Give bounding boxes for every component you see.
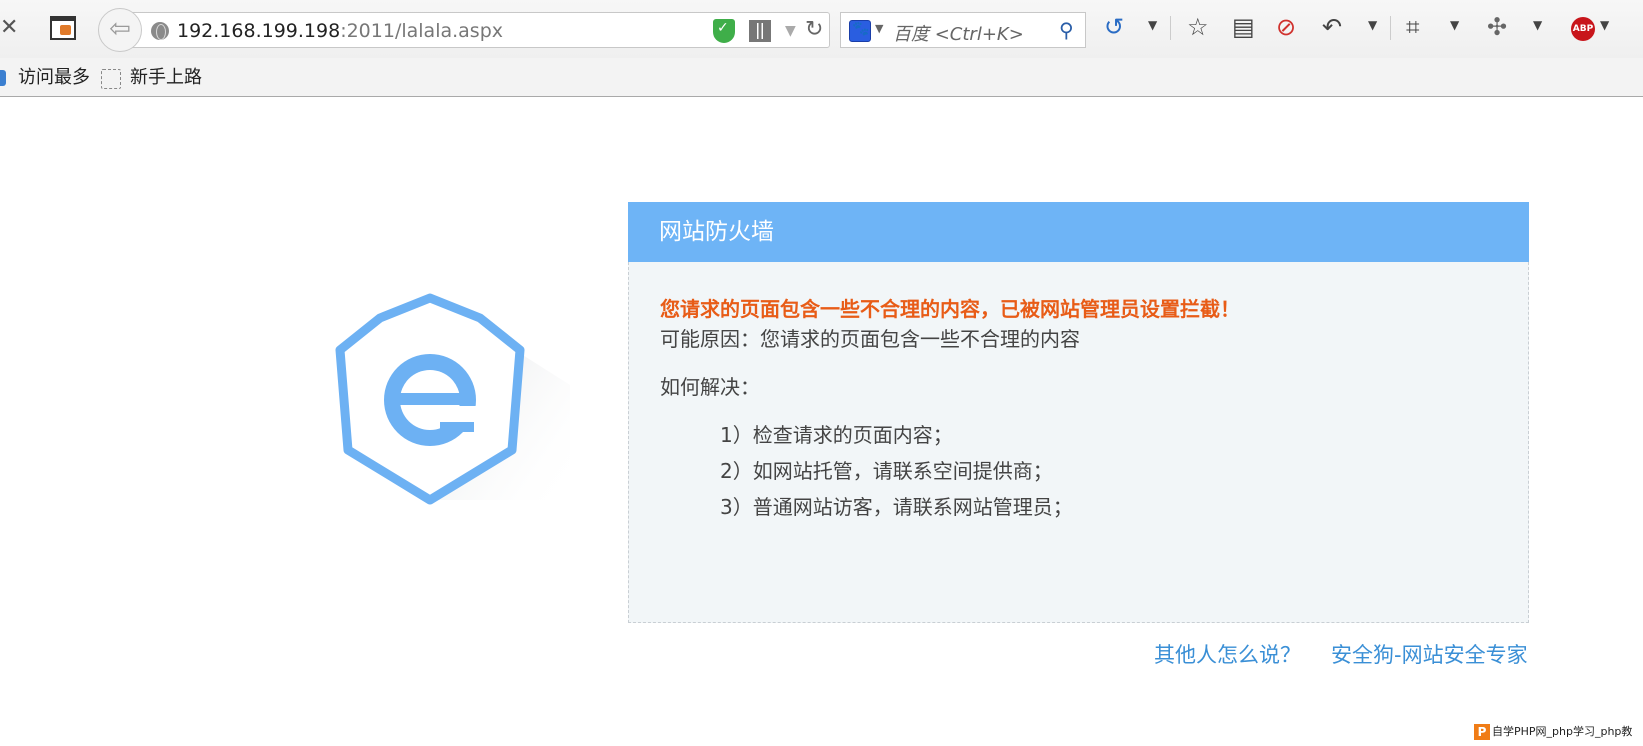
history-dropdown-icon[interactable]: ▼: [785, 23, 796, 39]
back-button[interactable]: ⇦: [98, 8, 142, 52]
engine-dropdown-icon[interactable]: ▼: [875, 22, 883, 35]
toolbar-divider: [1390, 16, 1391, 40]
adblock-dropdown-icon[interactable]: ▼: [1600, 18, 1609, 32]
address-bar[interactable]: 192.168.199.198:2011/lalala.aspx ▼ ↻: [128, 12, 830, 48]
reload-icon[interactable]: ↻: [805, 17, 823, 42]
extension-dropdown-icon[interactable]: ▼: [1533, 18, 1542, 32]
sync-dropdown-icon[interactable]: ▼: [1148, 18, 1157, 32]
undo-dropdown-icon[interactable]: ▼: [1368, 18, 1377, 32]
panel-header: 网站防火墙: [628, 202, 1529, 262]
url-host: 192.168.199.198: [177, 20, 341, 42]
site-watermark: P 自学PHP网_php学习_php教: [1474, 723, 1632, 741]
crop-dropdown-icon[interactable]: ▼: [1450, 18, 1459, 32]
search-bar[interactable]: ▼ 百度 <Ctrl+K> ⚲: [840, 12, 1086, 48]
security-shield-icon[interactable]: [713, 19, 735, 43]
safedog-shield-logo: [335, 293, 570, 505]
baidu-engine-icon[interactable]: [849, 20, 871, 42]
watermark-logo-icon: P: [1474, 724, 1490, 740]
possible-reason-text: 可能原因：您请求的页面包含一些不合理的内容: [660, 327, 1080, 351]
bookmark-most-visited[interactable]: 访问最多: [18, 67, 90, 89]
url-path: :2011/lalala.aspx: [340, 20, 503, 42]
bookmark-page-icon: [101, 69, 121, 89]
others-say-link[interactable]: 其他人怎么说？: [1154, 641, 1301, 669]
url-text[interactable]: 192.168.199.198:2011/lalala.aspx: [177, 20, 503, 42]
adblock-icon[interactable]: ABP: [1571, 17, 1595, 41]
block-warning-text: 您请求的页面包含一些不合理的内容，已被网站管理员设置拦截！: [660, 297, 1240, 321]
close-tab-icon[interactable]: ✕: [0, 16, 18, 40]
undo-icon[interactable]: ↶: [1322, 14, 1342, 40]
firewall-panel: 网站防火墙 您请求的页面包含一些不合理的内容，已被网站管理员设置拦截！ 可能原因…: [628, 202, 1529, 623]
bookmark-getting-started[interactable]: 新手上路: [130, 67, 202, 89]
reader-icon[interactable]: ▤: [1232, 14, 1255, 40]
panel-body: 您请求的页面包含一些不合理的内容，已被网站管理员设置拦截！ 可能原因：您请求的页…: [628, 262, 1529, 623]
resolve-step-1: 1）检查请求的页面内容；: [720, 423, 953, 447]
globe-icon: [151, 22, 169, 40]
back-arrow-icon: ⇦: [109, 14, 131, 44]
sync-icon[interactable]: ↺: [1104, 14, 1124, 40]
watermark-text: 自学PHP网_php学习_php教: [1492, 725, 1633, 738]
qr-code-icon[interactable]: [749, 20, 771, 42]
toolbar-divider: [1170, 16, 1171, 40]
search-placeholder[interactable]: 百度 <Ctrl+K>: [893, 20, 1024, 46]
safedog-home-link[interactable]: 安全狗-网站安全专家: [1331, 641, 1528, 669]
search-icon[interactable]: ⚲: [1059, 18, 1074, 42]
bookmark-star-icon[interactable]: ☆: [1187, 14, 1209, 40]
resolve-step-2: 2）如网站托管，请联系空间提供商；: [720, 459, 1053, 483]
bookmarks-bar: 访问最多 新手上路: [0, 58, 1643, 97]
crop-icon[interactable]: ⌗: [1406, 14, 1420, 40]
browser-toolbar: ✕ 192.168.199.198:2011/lalala.aspx ▼ ↻ ⇦…: [0, 0, 1643, 58]
extension-icon[interactable]: ✣: [1487, 14, 1507, 40]
bookmark-folder-icon: [0, 70, 6, 86]
block-icon[interactable]: ⊘: [1276, 14, 1296, 40]
resolve-step-3: 3）普通网站访客，请联系网站管理员；: [720, 495, 1073, 519]
how-to-resolve-heading: 如何解决：: [660, 375, 760, 399]
tab-groups-icon[interactable]: [50, 16, 76, 40]
panel-title: 网站防火墙: [659, 219, 774, 245]
